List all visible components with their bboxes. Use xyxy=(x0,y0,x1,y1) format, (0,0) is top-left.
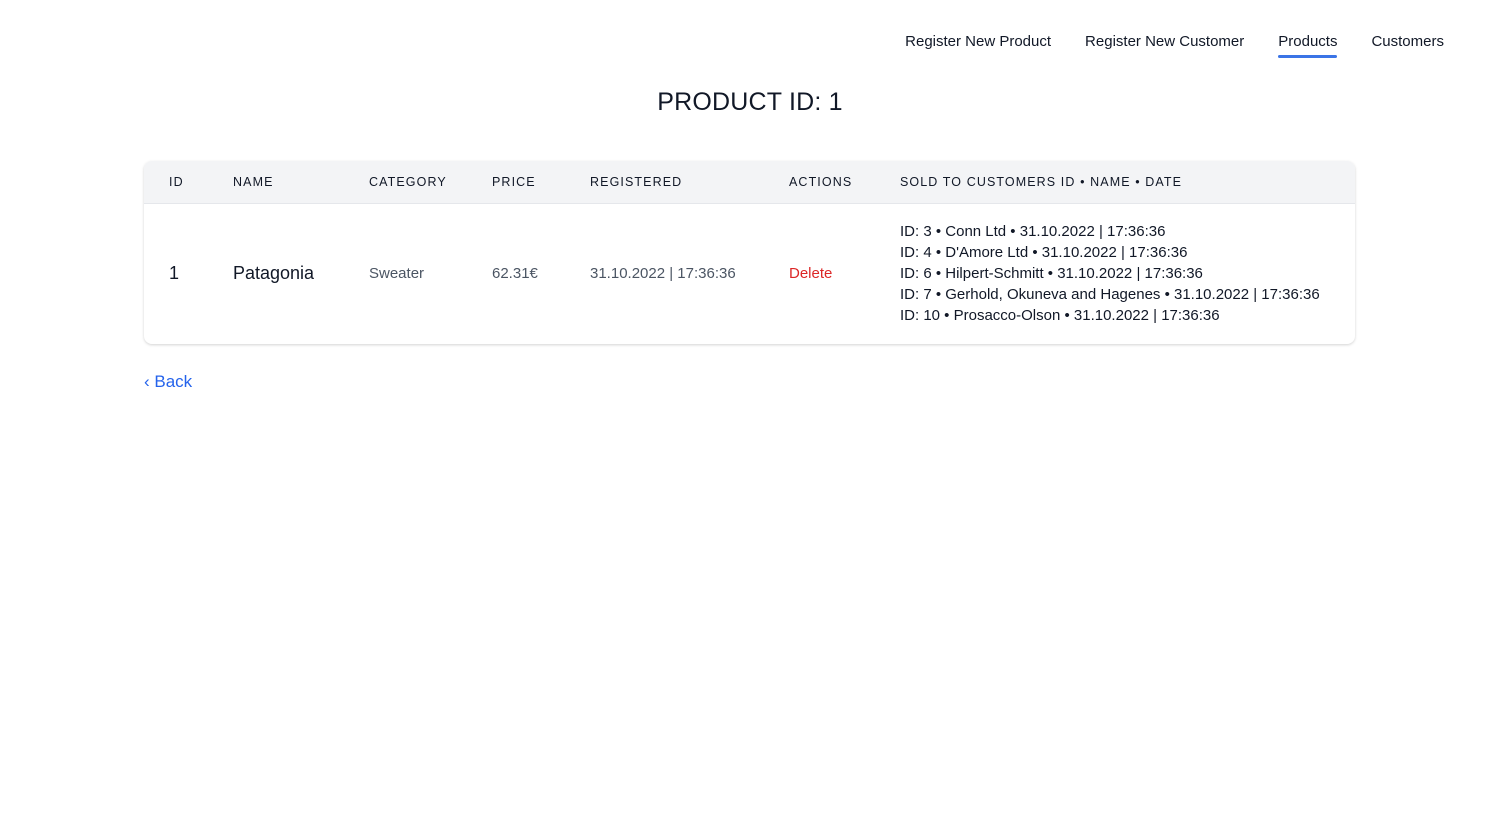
cell-registered: 31.10.2022 | 17:36:36 xyxy=(590,264,736,282)
header-registered: REGISTERED xyxy=(590,161,789,204)
sold-to-item: ID: 3 • Conn Ltd • 31.10.2022 | 17:36:36 xyxy=(900,222,1166,240)
delete-button[interactable]: Delete xyxy=(789,265,832,282)
nav-products[interactable]: Products xyxy=(1278,33,1338,58)
sold-to-item: ID: 6 • Hilpert-Schmitt • 31.10.2022 | 1… xyxy=(900,264,1203,282)
cell-name: Patagonia xyxy=(233,262,315,283)
header-id: ID xyxy=(144,161,233,204)
back-link[interactable]: ‹ Back xyxy=(144,372,192,392)
sold-to-item: ID: 7 • Gerhold, Okuneva and Hagenes • 3… xyxy=(900,285,1320,303)
table-row: 1 Patagonia Sweater 62.31€ 31.10.2022 | … xyxy=(144,203,1355,343)
header-sold-to: SOLD TO CUSTOMERS ID • NAME • DATE xyxy=(900,161,1355,204)
table-body: 1 Patagonia Sweater 62.31€ 31.10.2022 | … xyxy=(144,203,1355,343)
product-table-card: ID NAME CATEGORY PRICE REGISTERED ACTION… xyxy=(144,161,1355,344)
nav-register-new-product[interactable]: Register New Product xyxy=(905,33,1051,58)
top-nav: Register New Product Register New Custom… xyxy=(905,0,1500,70)
header-price: PRICE xyxy=(492,161,590,204)
table-header-row: ID NAME CATEGORY PRICE REGISTERED ACTION… xyxy=(144,161,1355,204)
sold-to-list: ID: 3 • Conn Ltd • 31.10.2022 | 17:36:36… xyxy=(900,221,1355,326)
header-actions: ACTIONS xyxy=(789,161,900,204)
header-category: CATEGORY xyxy=(369,161,492,204)
sold-to-item: ID: 10 • Prosacco-Olson • 31.10.2022 | 1… xyxy=(900,306,1220,324)
header-name: NAME xyxy=(233,161,369,204)
nav-customers[interactable]: Customers xyxy=(1371,33,1444,58)
table-header: ID NAME CATEGORY PRICE REGISTERED ACTION… xyxy=(144,161,1355,204)
product-table: ID NAME CATEGORY PRICE REGISTERED ACTION… xyxy=(144,161,1355,343)
cell-id: 1 xyxy=(169,262,180,283)
cell-actions: Delete xyxy=(789,203,900,343)
cell-sold-to: ID: 3 • Conn Ltd • 31.10.2022 | 17:36:36… xyxy=(900,203,1355,343)
cell-category: Sweater xyxy=(369,264,425,282)
sold-to-item: ID: 4 • D'Amore Ltd • 31.10.2022 | 17:36… xyxy=(900,243,1188,261)
page-title: PRODUCT ID: 1 xyxy=(657,88,843,116)
cell-price: 62.31€ xyxy=(492,264,538,282)
nav-register-new-customer[interactable]: Register New Customer xyxy=(1085,33,1244,58)
